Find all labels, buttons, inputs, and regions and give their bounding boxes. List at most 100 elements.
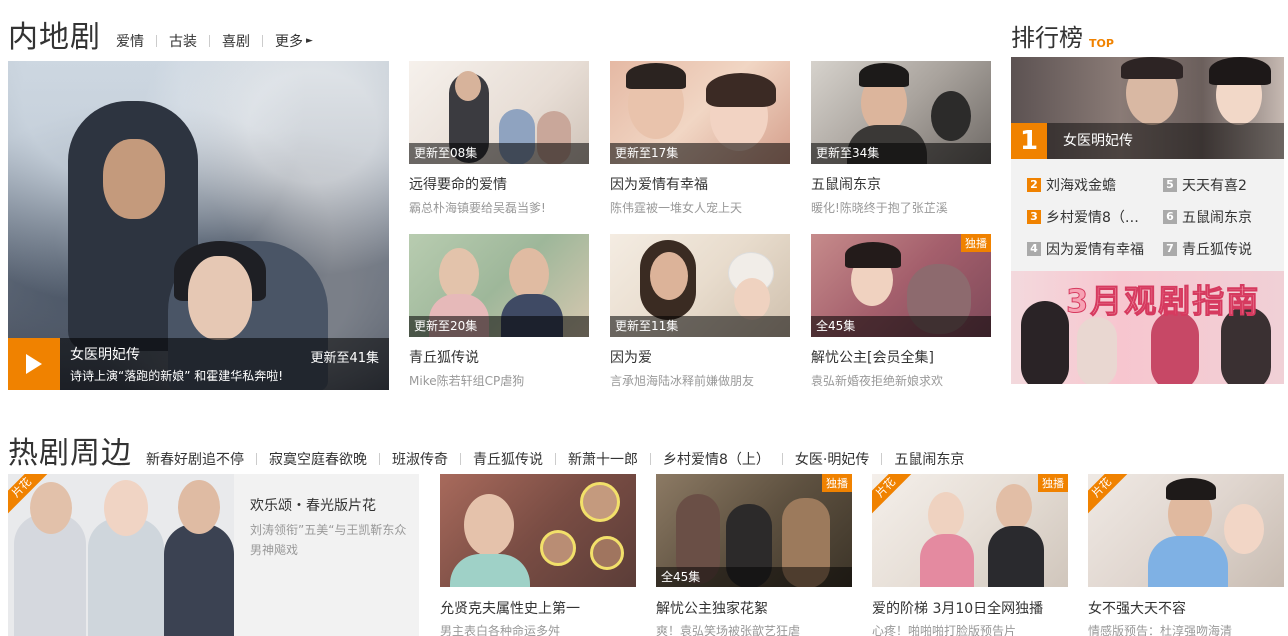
clip-thumbnail: 独播 全45集 (656, 474, 852, 587)
episode-caption: 更新至34集 (811, 143, 991, 164)
drama-card[interactable]: 更新至20集 青丘狐传说 Mike陈若轩组CP虐狗 (409, 234, 589, 389)
thumb-face (734, 278, 770, 320)
clip-subtitle: 男主表白各种命运多舛 (440, 624, 561, 636)
ranking-first[interactable]: 1 女医明妃传 (1011, 57, 1284, 159)
thumb-hair (1209, 57, 1271, 85)
ranking-item-name: 刘海戏金蟾 (1046, 178, 1116, 194)
divider (379, 453, 380, 465)
ranking-panel: 1 女医明妃传 2 刘海戏金蟾 5 天天有喜2 3 乡村爱情8（… 6 五鼠闹东… (1011, 57, 1284, 384)
thumb-bubble (580, 482, 620, 522)
top-label: TOP (1089, 37, 1114, 50)
clip-card[interactable]: 独播 全45集 解忧公主独家花絮 爽！袁弘笑场被张歆艺狂虐 (656, 474, 852, 636)
hot-tag[interactable]: 寂寞空庭春欲晚 (269, 449, 367, 469)
divider (881, 453, 883, 465)
play-button[interactable] (8, 338, 60, 390)
rank-number: 7 (1163, 242, 1177, 256)
clip-title: 解忧公主独家花絮 (656, 601, 768, 617)
hero-description: 诗诗上演“落跑的新娘” 和霍建华私奔啦! (70, 369, 284, 383)
thumb-figure (931, 91, 971, 141)
ranking-item-name: 因为爱情有幸福 (1046, 242, 1144, 258)
episode-caption: 更新至17集 (610, 143, 790, 164)
ranking-item[interactable]: 5 天天有喜2 (1163, 175, 1247, 195)
rank-number-1: 1 (1011, 123, 1047, 159)
thumb-face (509, 248, 549, 300)
thumb-figure (1021, 301, 1069, 384)
thumb-hair (859, 63, 909, 87)
thumb-hair (845, 242, 901, 268)
thumb-face (30, 482, 72, 534)
drama-subtitle: Mike陈若轩组CP虐狗 (409, 374, 525, 388)
thumb-face (104, 480, 148, 536)
featured-thumbnail: 片花 (8, 474, 234, 636)
ranking-item[interactable]: 7 青丘狐传说 (1163, 239, 1252, 259)
hot-tag[interactable]: 新春好剧追不停 (146, 449, 244, 469)
section-title-mainland: 内地剧 (8, 20, 101, 55)
drama-title: 五鼠闹东京 (811, 177, 881, 193)
thumb-figure (1148, 536, 1228, 587)
thumb-face (928, 492, 964, 538)
divider (262, 35, 263, 47)
drama-card[interactable]: 更新至17集 因为爱情有幸福 陈伟霆被一堆女人宠上天 (610, 61, 790, 216)
clip-title: 爱的阶梯 3月10日全网独播 (872, 601, 1044, 617)
drama-card[interactable]: 更新至08集 远得要命的爱情 霸总朴海镇要给吴磊当爹! (409, 61, 589, 216)
episode-caption: 全45集 (656, 567, 852, 587)
episode-caption: 更新至20集 (409, 316, 589, 337)
thumb-face (178, 480, 220, 534)
ranking-header: 排行榜 TOP (1011, 18, 1114, 53)
drama-subtitle: 言承旭海陆冰释前嫌做朋友 (610, 374, 755, 388)
drama-card[interactable]: 更新至11集 因为爱 言承旭海陆冰释前嫌做朋友 (610, 234, 790, 389)
mainland-tag-bar: 爱情 古装 喜剧 更多 ► (116, 31, 313, 51)
hero-update-status: 更新至41集 (310, 351, 379, 366)
clip-card[interactable]: 片花 独播 爱的阶梯 3月10日全网独播 心疼！啪啪啪打脸版预告片 (872, 474, 1068, 636)
more-link[interactable]: 更多 ► (275, 31, 313, 51)
hero-face-man (103, 139, 165, 219)
chevron-right-icon: ► (306, 36, 313, 46)
clip-title: 女不强大天不容 (1088, 601, 1186, 617)
drama-subtitle: 暖化!陈晓终于抱了张芷溪 (811, 201, 948, 215)
featured-clip-card[interactable]: 片花 欢乐颂・春光版片花 刘涛领衔”五美“与王凯靳东众男神飚戏 (8, 474, 419, 636)
thumb-face (1224, 504, 1264, 554)
hot-tag[interactable]: 五鼠闹东京 (894, 449, 964, 469)
ranking-promo-banner[interactable]: 3月观剧指南 (1011, 271, 1284, 384)
drama-title: 远得要命的爱情 (409, 177, 507, 193)
tag-comedy[interactable]: 喜剧 (222, 31, 250, 51)
divider (650, 453, 651, 465)
more-label: 更多 (275, 34, 303, 50)
clip-thumbnail (440, 474, 636, 587)
hot-tag[interactable]: 青丘狐传说 (473, 449, 543, 469)
drama-card[interactable]: 独播 全45集 解忧公主[会员全集] 袁弘新婚夜拒绝新娘求欢 (811, 234, 991, 389)
thumb-figure (450, 554, 530, 587)
ranking-item-name: 青丘狐传说 (1182, 242, 1252, 258)
drama-thumbnail: 更新至11集 (610, 234, 790, 337)
section-title-hot: 热剧周边 (8, 436, 132, 471)
thumb-figure (164, 524, 234, 636)
hero-banner[interactable]: 女医明妃传 诗诗上演“落跑的新娘” 和霍建华私奔啦! 更新至41集 (8, 61, 389, 390)
clip-card[interactable]: 片花 女不强大天不容 情感版预告：杜淳强吻海清 (1088, 474, 1284, 636)
divider (460, 453, 461, 465)
tag-romance[interactable]: 爱情 (116, 31, 144, 51)
divider (209, 35, 210, 47)
ranking-item[interactable]: 4 因为爱情有幸福 (1027, 239, 1144, 259)
play-icon (26, 354, 42, 374)
hero-title: 女医明妃传 (70, 347, 140, 363)
featured-title: 欢乐颂・春光版片花 (250, 498, 376, 514)
exclusive-badge: 独播 (961, 234, 991, 252)
hot-tag[interactable]: 女医·明妃传 (795, 449, 869, 469)
drama-thumbnail: 更新至17集 (610, 61, 790, 164)
rank-number: 2 (1027, 178, 1041, 192)
ranking-item-name: 乡村爱情8（… (1046, 210, 1139, 226)
clip-subtitle: 情感版预告：杜淳强吻海清 (1088, 624, 1233, 636)
tag-costume[interactable]: 古装 (169, 31, 197, 51)
drama-title: 解忧公主[会员全集] (811, 350, 934, 366)
clip-card[interactable]: 允贤克夫属性史上第一 男主表白各种命运多舛 (440, 474, 636, 636)
ranking-item[interactable]: 6 五鼠闹东京 (1163, 207, 1252, 227)
hot-tag[interactable]: 新萧十一郎 (568, 449, 638, 469)
drama-title: 因为爱 (610, 350, 652, 366)
ranking-item[interactable]: 2 刘海戏金蟾 (1027, 175, 1116, 195)
thumb-bubble (590, 536, 624, 570)
hot-tag[interactable]: 乡村爱情8（上） (663, 449, 770, 469)
hot-tag[interactable]: 班淑传奇 (392, 449, 448, 469)
ranking-item[interactable]: 3 乡村爱情8（… (1027, 207, 1139, 227)
exclusive-badge: 独播 (822, 474, 852, 492)
drama-card[interactable]: 更新至34集 五鼠闹东京 暖化!陈晓终于抱了张芷溪 (811, 61, 991, 216)
